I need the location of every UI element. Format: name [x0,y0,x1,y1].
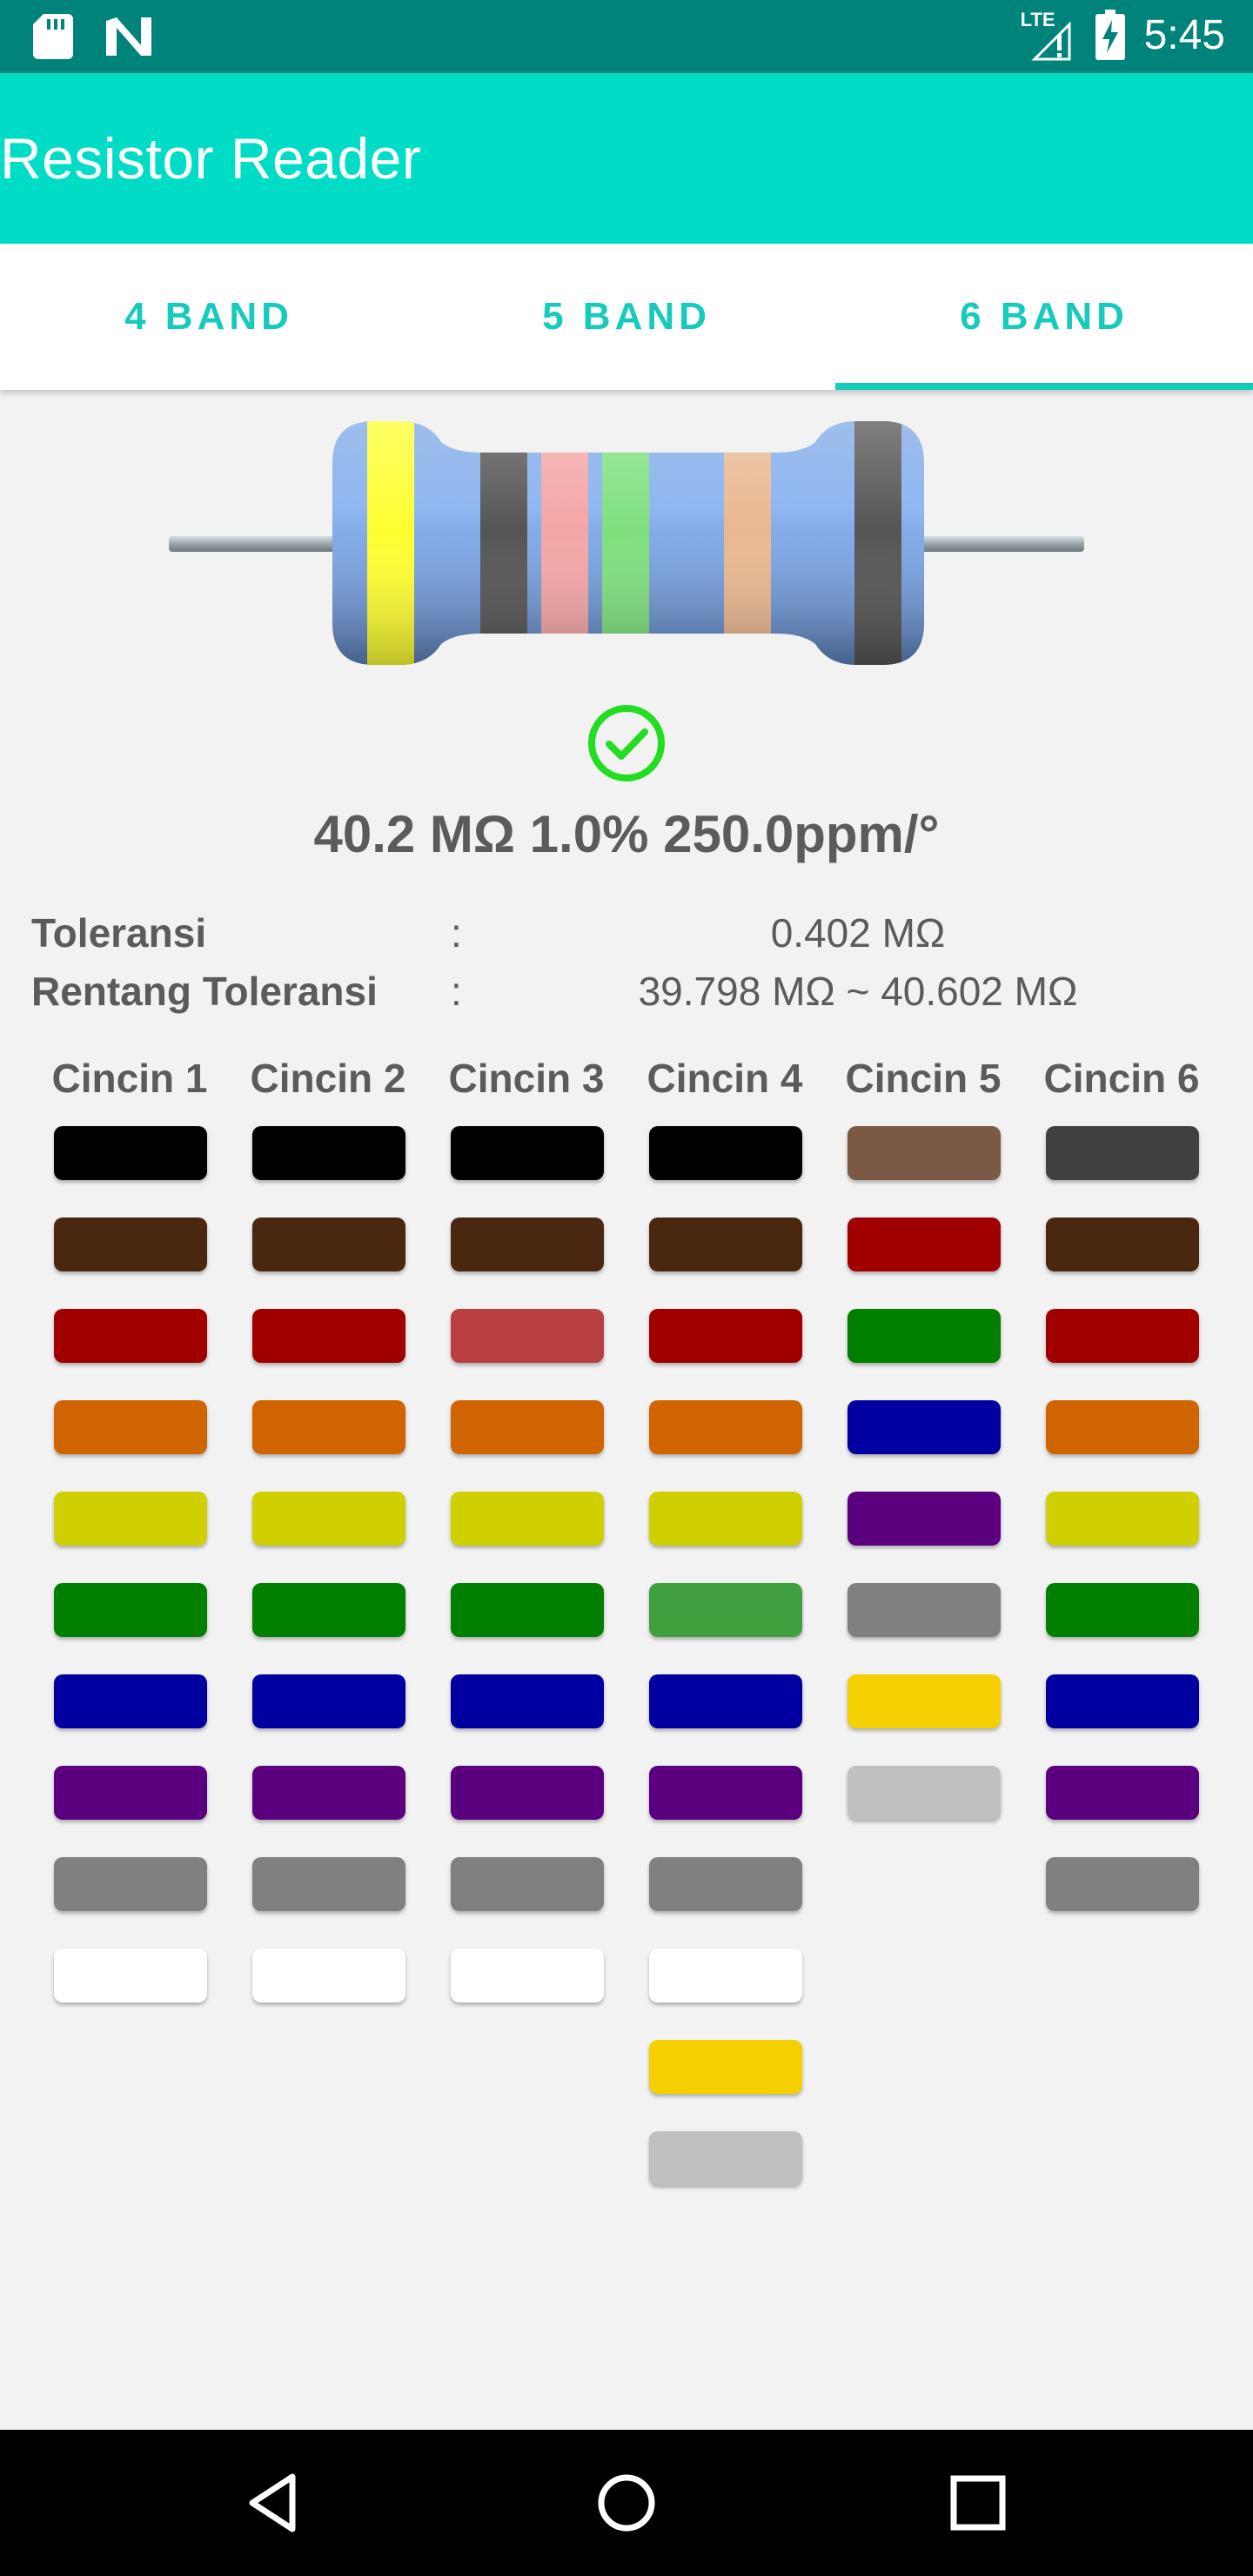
resistor-illustration [167,418,1086,668]
tab-4-band[interactable]: 4 BAND [0,244,418,390]
tolerance-value: 0.402 MΩ [770,910,946,956]
color-swatch-cincin-1-7[interactable] [54,1674,207,1728]
tab-5-band[interactable]: 5 BAND [418,244,835,390]
color-swatch-cincin-3-9[interactable] [451,1857,604,1911]
tab-bar: 4 BAND 5 BAND 6 BAND [0,244,1253,390]
navigation-bar [0,2430,1253,2576]
color-swatch-cincin-1-4[interactable] [54,1400,207,1454]
color-swatch-cincin-2-8[interactable] [252,1766,405,1820]
color-swatch-cincin-3-3[interactable] [451,1309,604,1363]
color-swatch-cincin-2-3[interactable] [252,1309,405,1363]
sd-card-icon [33,14,73,59]
valid-check-icon [588,705,665,782]
color-swatch-cincin-6-1[interactable] [1046,1126,1199,1180]
tolerance-range-label: Rentang Toleransi [31,969,378,1014]
tolerance-range-row: Rentang Toleransi : 39.798 MΩ ~ 40.602 M… [0,968,1253,1020]
color-swatch-cincin-4-11[interactable] [649,2040,802,2094]
color-swatch-cincin-4-2[interactable] [649,1218,802,1271]
recents-icon[interactable] [943,2468,1013,2538]
color-swatch-cincin-6-5[interactable] [1046,1492,1199,1546]
app-bar: Resistor Reader [0,73,1253,244]
color-swatch-cincin-2-5[interactable] [252,1492,405,1546]
color-swatch-cincin-1-10[interactable] [54,1949,207,2002]
color-swatch-cincin-4-5[interactable] [649,1492,802,1546]
column-header-cincin-6: Cincin 6 [1043,1056,1200,1101]
tolerance-row: Toleransi : 0.402 MΩ [0,909,1253,962]
color-swatch-cincin-1-3[interactable] [54,1309,207,1363]
color-swatch-cincin-2-10[interactable] [252,1949,405,2002]
color-swatch-cincin-1-2[interactable] [54,1218,207,1271]
column-header-cincin-2: Cincin 2 [250,1056,406,1101]
color-swatch-cincin-5-2[interactable] [848,1218,1001,1271]
color-swatch-cincin-2-7[interactable] [252,1674,405,1728]
color-swatch-cincin-3-5[interactable] [451,1492,604,1546]
color-swatch-cincin-4-4[interactable] [649,1400,802,1454]
tolerance-separator: : [451,910,462,956]
column-header-cincin-5: Cincin 5 [845,1056,1002,1101]
color-swatch-cincin-3-10[interactable] [451,1949,604,2002]
color-swatch-cincin-4-8[interactable] [649,1766,802,1820]
color-swatch-cincin-1-5[interactable] [54,1492,207,1546]
color-swatch-cincin-6-8[interactable] [1046,1766,1199,1820]
tolerance-range-value: 39.798 MΩ ~ 40.602 MΩ [638,969,1078,1014]
column-header-cincin-1: Cincin 1 [51,1056,208,1101]
color-swatch-cincin-5-4[interactable] [848,1400,1001,1454]
color-swatch-cincin-6-3[interactable] [1046,1309,1199,1363]
tab-6-band[interactable]: 6 BAND [835,244,1253,390]
tolerance-label: Toleransi [31,910,207,956]
clock: 5:45 [1143,11,1225,58]
color-swatch-cincin-6-6[interactable] [1046,1583,1199,1637]
color-swatch-cincin-5-5[interactable] [848,1492,1001,1546]
home-icon[interactable] [592,2468,661,2538]
color-swatch-cincin-4-6[interactable] [649,1583,802,1637]
color-swatch-cincin-5-6[interactable] [848,1583,1001,1637]
color-swatch-cincin-3-2[interactable] [451,1218,604,1271]
color-swatch-cincin-2-4[interactable] [252,1400,405,1454]
color-swatch-cincin-2-9[interactable] [252,1857,405,1911]
color-swatch-cincin-6-7[interactable] [1046,1674,1199,1728]
color-swatch-cincin-4-3[interactable] [649,1309,802,1363]
column-header-cincin-4: Cincin 4 [647,1056,803,1101]
resistance-result: 40.2 MΩ 1.0% 250.0ppm/° [313,805,940,863]
tab-indicator [835,383,1253,390]
color-swatch-cincin-5-1[interactable] [848,1126,1001,1180]
color-swatch-cincin-1-9[interactable] [54,1857,207,1911]
color-swatch-cincin-6-9[interactable] [1046,1857,1199,1911]
color-swatch-cincin-6-4[interactable] [1046,1400,1199,1454]
column-header-cincin-3: Cincin 3 [448,1056,605,1101]
color-swatch-cincin-1-1[interactable] [54,1126,207,1180]
signal-icon: LTE [1021,9,1076,61]
color-swatch-cincin-3-8[interactable] [451,1766,604,1820]
color-swatch-cincin-2-6[interactable] [252,1583,405,1637]
color-swatch-cincin-3-6[interactable] [451,1583,604,1637]
color-swatch-cincin-3-4[interactable] [451,1400,604,1454]
color-swatch-cincin-3-7[interactable] [451,1674,604,1728]
color-swatch-cincin-4-1[interactable] [649,1126,802,1180]
color-swatch-cincin-4-7[interactable] [649,1674,802,1728]
color-swatch-cincin-6-2[interactable] [1046,1218,1199,1271]
color-swatch-cincin-5-3[interactable] [848,1309,1001,1363]
app-title: Resistor Reader [0,126,422,191]
color-swatch-cincin-4-9[interactable] [649,1857,802,1911]
color-swatch-cincin-4-12[interactable] [649,2131,802,2185]
color-swatch-cincin-3-1[interactable] [451,1126,604,1180]
back-icon[interactable] [240,2468,310,2538]
color-swatch-cincin-1-6[interactable] [54,1583,207,1637]
color-swatch-cincin-4-10[interactable] [649,1949,802,2002]
tolerance-range-separator: : [451,969,462,1014]
status-bar: LTE 5:45 [0,0,1253,73]
color-swatch-cincin-5-7[interactable] [848,1674,1001,1728]
battery-icon [1095,10,1125,60]
color-swatch-cincin-1-8[interactable] [54,1766,207,1820]
color-swatch-cincin-5-8[interactable] [848,1766,1001,1820]
color-swatch-cincin-2-1[interactable] [252,1126,405,1180]
n-icon [106,17,151,56]
color-swatch-cincin-2-2[interactable] [252,1218,405,1271]
